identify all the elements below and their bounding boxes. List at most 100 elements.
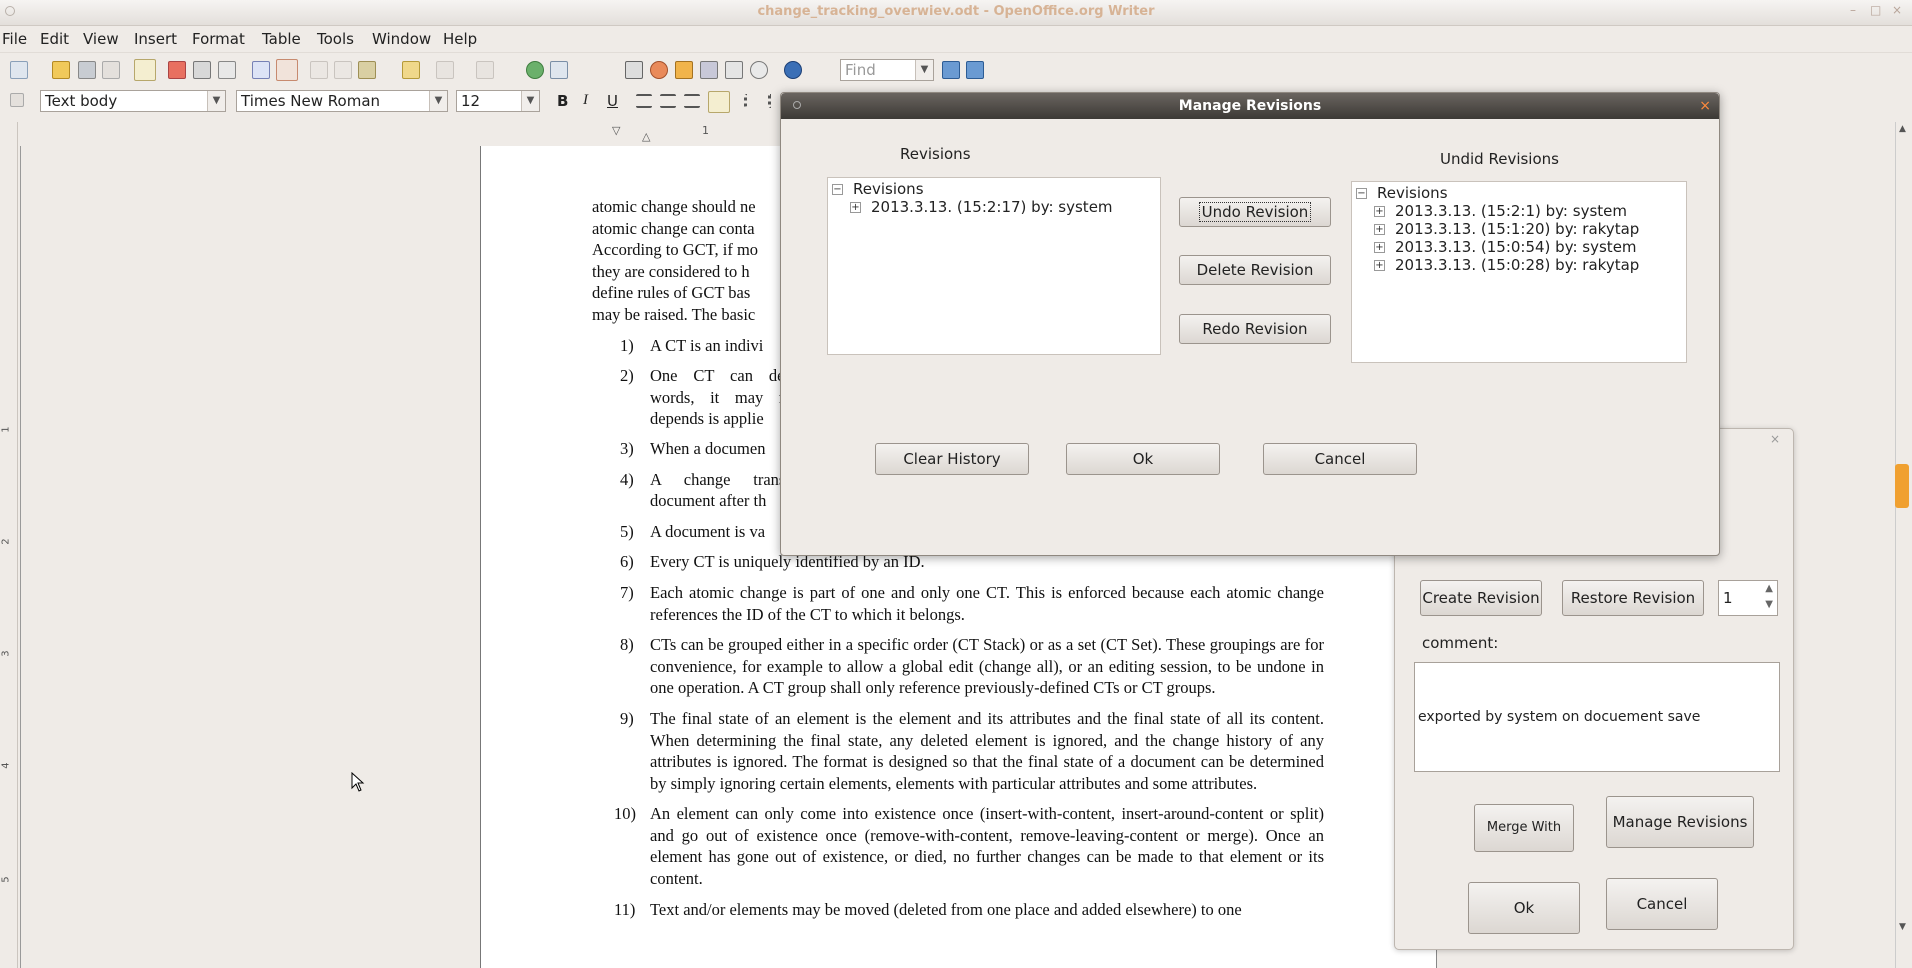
menu-window[interactable]: Window [372, 30, 431, 48]
collapse-icon[interactable]: − [832, 184, 843, 195]
export-pdf-icon[interactable] [168, 61, 186, 79]
dialog-titlebar[interactable]: Manage Revisions [781, 93, 1719, 119]
close-icon[interactable]: × [1699, 93, 1711, 119]
close-window-icon[interactable]: × [1892, 3, 1902, 17]
paragraph-style-select[interactable]: Text body ▼ [40, 90, 226, 112]
align-left-icon[interactable] [636, 94, 652, 108]
close-icon[interactable]: × [1770, 432, 1780, 446]
expand-icon[interactable]: + [850, 202, 861, 213]
tree-root[interactable]: − Revisions [832, 180, 924, 198]
chevron-down-icon[interactable]: ▼ [429, 91, 447, 111]
help-icon[interactable] [784, 61, 802, 79]
save-icon[interactable] [78, 61, 96, 79]
autospellcheck-icon[interactable] [276, 59, 298, 81]
revision-cancel-button[interactable]: Cancel [1606, 878, 1718, 930]
revision-ok-button[interactable]: Ok [1468, 882, 1580, 934]
window-menu-icon[interactable] [793, 101, 801, 109]
vertical-ruler[interactable]: 1 2 3 4 5 6 [0, 122, 18, 968]
menu-file[interactable]: File [2, 30, 27, 48]
clear-history-button[interactable]: Clear History [875, 443, 1029, 475]
revisions-tree[interactable]: − Revisions +2013.3.13. (15:2:17) by: sys… [827, 177, 1161, 355]
italic-button[interactable]: I [583, 92, 588, 109]
paste-icon[interactable] [358, 61, 376, 79]
scrollbar-thumb[interactable] [1895, 464, 1909, 508]
data-sources-icon[interactable] [700, 61, 718, 79]
ok-button[interactable]: Ok [1066, 443, 1220, 475]
scroll-down-icon[interactable]: ▼ [1899, 922, 1906, 932]
merge-with-button[interactable]: Merge With [1474, 804, 1574, 852]
font-size-select[interactable]: 12 ▼ [456, 90, 540, 112]
bold-button[interactable]: B [557, 92, 568, 110]
tree-root[interactable]: − Revisions [1356, 184, 1448, 202]
spellcheck-icon[interactable] [252, 61, 270, 79]
maximize-icon[interactable]: □ [1870, 3, 1881, 17]
gallery-icon[interactable] [675, 61, 693, 79]
tree-item[interactable]: +2013.3.13. (15:1:20) by: rakytap [1374, 220, 1639, 238]
undid-revisions-tree[interactable]: − Revisions +2013.3.13. (15:2:1) by: syst… [1351, 181, 1687, 363]
manage-revisions-button[interactable]: Manage Revisions [1606, 796, 1754, 848]
formatting-marks-icon[interactable] [725, 61, 743, 79]
expand-icon[interactable]: + [1374, 206, 1385, 217]
menu-table[interactable]: Table [262, 30, 301, 48]
tree-item[interactable]: +2013.3.13. (15:2:17) by: system [850, 198, 1113, 216]
expand-icon[interactable]: + [1374, 242, 1385, 253]
justify-icon[interactable] [708, 91, 730, 113]
font-name-select[interactable]: Times New Roman ▼ [236, 90, 448, 112]
styles-icon[interactable] [10, 93, 24, 107]
bullets-icon[interactable] [768, 94, 780, 108]
align-center-icon[interactable] [660, 94, 676, 108]
revision-spin-box[interactable]: 1 ▲ ▼ [1718, 580, 1778, 616]
restore-revision-button[interactable]: Restore Revision [1562, 580, 1704, 616]
find-input[interactable]: Find ▼ [840, 59, 934, 81]
hyperlink-icon[interactable] [526, 61, 544, 79]
undo-icon[interactable] [436, 61, 454, 79]
expand-icon[interactable]: + [1374, 260, 1385, 271]
menu-format[interactable]: Format [192, 30, 245, 48]
tree-item[interactable]: +2013.3.13. (15:2:1) by: system [1374, 202, 1627, 220]
minimize-icon[interactable]: – [1850, 3, 1856, 17]
align-right-icon[interactable] [684, 94, 700, 108]
cut-icon[interactable] [310, 61, 328, 79]
find-dropdown-icon[interactable]: ▼ [915, 60, 933, 80]
spin-down-icon[interactable]: ▼ [1765, 599, 1773, 610]
menu-view[interactable]: View [83, 30, 119, 48]
expand-icon[interactable]: + [1374, 224, 1385, 235]
scroll-up-icon[interactable]: ▲ [1899, 124, 1906, 134]
find-previous-icon[interactable] [966, 61, 984, 79]
print-preview-icon[interactable] [218, 61, 236, 79]
email-icon[interactable] [102, 61, 120, 79]
chevron-down-icon[interactable]: ▼ [207, 91, 225, 111]
menu-insert[interactable]: Insert [134, 30, 177, 48]
menu-tools[interactable]: Tools [317, 30, 354, 48]
navigator-icon[interactable] [650, 61, 668, 79]
ruler-indent-icon[interactable]: ▽ [612, 124, 620, 137]
redo-revision-button[interactable]: Redo Revision [1179, 314, 1331, 344]
menu-help[interactable]: Help [443, 30, 477, 48]
delete-revision-button[interactable]: Delete Revision [1179, 255, 1331, 285]
ruler-tab-icon[interactable]: △ [642, 130, 650, 143]
tree-item[interactable]: +2013.3.13. (15:0:54) by: system [1374, 238, 1637, 256]
open-folder-icon[interactable] [52, 61, 70, 79]
underline-button[interactable]: U [607, 92, 618, 110]
undo-revision-button[interactable]: Undo Revision [1179, 197, 1331, 227]
redo-icon[interactable] [476, 61, 494, 79]
new-document-icon[interactable] [10, 61, 28, 79]
table-icon[interactable] [550, 61, 568, 79]
collapse-icon[interactable]: − [1356, 188, 1367, 199]
format-paintbrush-icon[interactable] [402, 61, 420, 79]
numbering-icon[interactable] [744, 94, 760, 108]
find-replace-icon[interactable] [625, 61, 643, 79]
cancel-button[interactable]: Cancel [1263, 443, 1417, 475]
menu-edit[interactable]: Edit [40, 30, 69, 48]
print-icon[interactable] [193, 61, 211, 79]
edit-file-icon[interactable] [134, 59, 156, 81]
create-revision-button[interactable]: Create Revision [1420, 580, 1542, 616]
tree-item[interactable]: +2013.3.13. (15:0:28) by: rakytap [1374, 256, 1639, 274]
copy-icon[interactable] [334, 61, 352, 79]
spin-up-icon[interactable]: ▲ [1765, 583, 1773, 594]
chevron-down-icon[interactable]: ▼ [521, 91, 539, 111]
vertical-scrollbar[interactable] [1895, 122, 1912, 968]
comment-textarea[interactable]: exported by system on docuement save [1414, 662, 1780, 772]
zoom-icon[interactable] [750, 61, 768, 79]
find-next-icon[interactable] [942, 61, 960, 79]
